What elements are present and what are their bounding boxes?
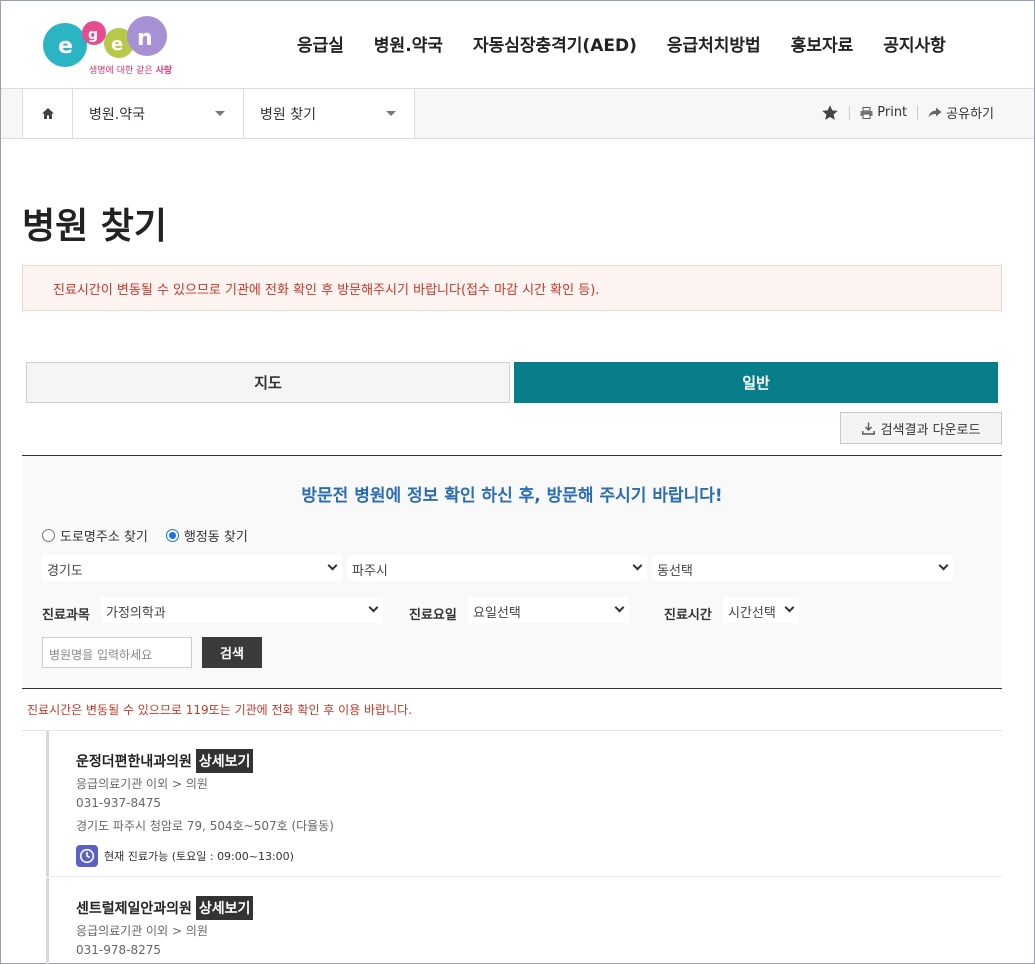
nav-notice[interactable]: 공지사항 bbox=[883, 31, 946, 56]
nav-first-aid[interactable]: 응급처치방법 bbox=[667, 31, 761, 56]
open-status: 현재 진료가능 (토요일 : 09:00~13:00) bbox=[76, 845, 294, 867]
nav-aed[interactable]: 자동심장충격기(AED) bbox=[473, 31, 637, 56]
print-button[interactable]: Print bbox=[860, 105, 907, 120]
breadcrumb-level2-select[interactable]: 병원 찾기 bbox=[244, 89, 415, 138]
detail-button[interactable]: 상세보기 bbox=[195, 749, 254, 773]
page-tools: Print 공유하기 bbox=[821, 103, 994, 122]
radio-road-address-label[interactable]: 도로명주소 찾기 bbox=[60, 526, 148, 545]
svg-text:e: e bbox=[111, 34, 123, 55]
day-label: 진료요일 bbox=[409, 608, 457, 623]
dong-select[interactable]: 동선택 bbox=[652, 555, 953, 581]
breadcrumb-bar: 병원.약국 병원 찾기 Print 공유하기 bbox=[1, 89, 1034, 139]
department-label: 진료과목 bbox=[42, 608, 90, 623]
tab-map[interactable]: 지도 bbox=[26, 362, 510, 403]
download-label: 검색결과 다운로드 bbox=[880, 422, 981, 438]
province-select[interactable]: 경기도 bbox=[42, 555, 342, 581]
time-value: 시간선택 bbox=[728, 606, 776, 621]
detail-button[interactable]: 상세보기 bbox=[195, 896, 254, 920]
hospital-category: 응급의료기관 이외 > 의원 bbox=[76, 777, 208, 791]
hospital-category: 응급의료기관 이외 > 의원 bbox=[76, 924, 208, 938]
home-button[interactable] bbox=[22, 89, 73, 138]
download-results-button[interactable]: 검색결과 다운로드 bbox=[840, 412, 1002, 444]
nav-emergency-room[interactable]: 응급실 bbox=[297, 31, 344, 56]
radio-road-address[interactable] bbox=[42, 529, 55, 542]
list-item: 운정더편한내과의원 상세보기 응급의료기관 이외 > 의원 031-937-84… bbox=[46, 731, 1002, 877]
address-type-radios: 도로명주소 찾기 행정동 찾기 bbox=[42, 526, 266, 545]
share-button[interactable]: 공유하기 bbox=[928, 103, 994, 122]
chevron-down-icon bbox=[632, 560, 643, 571]
dong-value: 동선택 bbox=[657, 564, 693, 579]
share-arrow-icon bbox=[928, 107, 942, 118]
time-label: 진료시간 bbox=[664, 608, 712, 623]
radio-admin-dong-label[interactable]: 행정동 찾기 bbox=[184, 526, 248, 545]
search-panel: 방문전 병원에 정보 확인 하신 후, 방문해 주시기 바랍니다! 도로명주소 … bbox=[22, 455, 1002, 689]
hospital-phone[interactable]: 031-937-8475 bbox=[76, 796, 161, 810]
print-label: Print bbox=[877, 105, 908, 120]
tab-general[interactable]: 일반 bbox=[514, 362, 998, 403]
hospital-name-input[interactable]: 병원명을 입력하세요 bbox=[42, 637, 192, 668]
list-item: 센트럴제일안과의원 상세보기 응급의료기관 이외 > 의원 031-978-82… bbox=[46, 878, 1002, 964]
hours-warning: 진료시간은 변동될 수 있으므로 119또는 기관에 전화 확인 후 이용 바랍… bbox=[27, 703, 413, 717]
breadcrumb-level1-label: 병원.약국 bbox=[89, 106, 145, 123]
page-title: 병원 찾기 bbox=[22, 206, 168, 247]
city-value: 파주시 bbox=[352, 564, 388, 579]
nav-hospital-pharmacy[interactable]: 병원.약국 bbox=[374, 31, 443, 56]
hospital-name: 센트럴제일안과의원 상세보기 bbox=[76, 896, 254, 920]
hospital-name-placeholder: 병원명을 입력하세요 bbox=[49, 648, 153, 662]
open-status-text: 현재 진료가능 (토요일 : 09:00~13:00) bbox=[104, 850, 294, 863]
favorite-button[interactable] bbox=[821, 104, 839, 122]
main-navigation: 응급실 병원.약국 자동심장충격기(AED) 응급처치방법 홍보자료 공지사항 bbox=[297, 31, 976, 56]
department-select[interactable]: 가정의학과 bbox=[101, 597, 383, 623]
download-icon bbox=[861, 422, 875, 435]
search-panel-title: 방문전 병원에 정보 확인 하신 후, 방문해 주시기 바랍니다! bbox=[301, 486, 723, 506]
hospital-name: 운정더편한내과의원 상세보기 bbox=[76, 749, 254, 773]
logo-tagline: 생명에 대한 같은 사랑 bbox=[89, 66, 173, 76]
star-icon bbox=[822, 104, 838, 120]
time-select[interactable]: 시간선택 bbox=[723, 597, 799, 623]
caret-down-icon bbox=[386, 111, 396, 116]
caret-down-icon bbox=[215, 111, 225, 116]
department-value: 가정의학과 bbox=[106, 606, 166, 621]
chevron-down-icon bbox=[938, 560, 949, 571]
search-button[interactable]: 검색 bbox=[202, 637, 262, 668]
city-select[interactable]: 파주시 bbox=[347, 555, 647, 581]
day-value: 요일선택 bbox=[473, 606, 521, 621]
svg-text:n: n bbox=[137, 26, 153, 51]
tool-divider bbox=[849, 105, 851, 120]
chevron-down-icon bbox=[614, 602, 625, 613]
home-icon bbox=[41, 108, 54, 119]
nav-promotion[interactable]: 홍보자료 bbox=[791, 31, 854, 56]
results-list: 운정더편한내과의원 상세보기 응급의료기관 이외 > 의원 031-937-84… bbox=[22, 730, 1002, 964]
day-select[interactable]: 요일선택 bbox=[468, 597, 629, 623]
province-value: 경기도 bbox=[47, 564, 83, 579]
hospital-phone[interactable]: 031-978-8275 bbox=[76, 943, 161, 957]
site-header: e g e n 생명에 대한 같은 사랑 응급실 병원.약국 자동심장충격기(A… bbox=[1, 1, 1034, 89]
svg-text:e: e bbox=[58, 34, 73, 59]
hospital-address: 경기도 파주시 청암로 79, 504호~507호 (다율동) bbox=[76, 819, 334, 833]
svg-text:g: g bbox=[88, 27, 98, 43]
chevron-down-icon bbox=[368, 602, 379, 613]
printer-icon bbox=[860, 106, 873, 119]
radio-admin-dong[interactable] bbox=[165, 529, 179, 542]
tool-divider bbox=[917, 105, 919, 120]
share-label: 공유하기 bbox=[946, 107, 994, 122]
breadcrumb-level1-select[interactable]: 병원.약국 bbox=[73, 89, 244, 138]
chevron-down-icon bbox=[327, 560, 338, 571]
chevron-down-icon bbox=[784, 602, 795, 613]
clock-icon bbox=[76, 845, 98, 867]
breadcrumb-level2-label: 병원 찾기 bbox=[260, 106, 316, 123]
hours-notice: 진료시간이 변동될 수 있으므로 기관에 전화 확인 후 방문해주시기 바랍니다… bbox=[22, 265, 1002, 311]
